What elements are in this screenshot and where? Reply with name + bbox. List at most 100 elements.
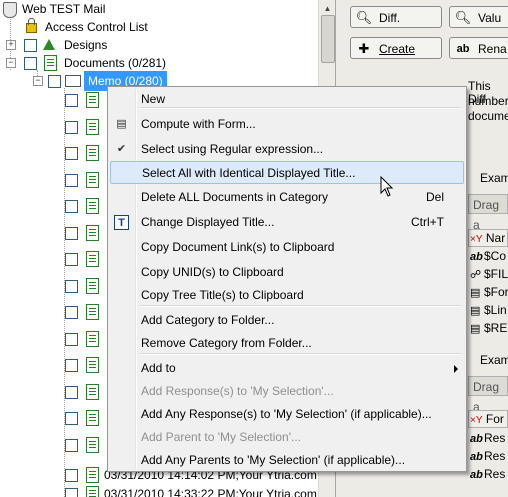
design-icon: [43, 39, 55, 50]
checkbox[interactable]: [24, 39, 37, 52]
checkbox[interactable]: [24, 57, 37, 70]
tree-item-document[interactable]: [0, 90, 107, 110]
values-button[interactable]: 🔍︎ Valu: [449, 6, 508, 28]
checkbox[interactable]: [65, 332, 78, 346]
document-icon: [86, 198, 99, 214]
filter-icon[interactable]: ×Y: [470, 234, 483, 245]
field-name: Res: [484, 449, 506, 463]
tree-item-document[interactable]: [0, 408, 107, 428]
magnifier-icon: 🔍︎: [454, 10, 472, 25]
field-row[interactable]: abRes: [470, 448, 505, 465]
document-icon: [86, 357, 99, 373]
menu-item-change-displayed-title[interactable]: T Change Displayed Title... Ctrl+T: [110, 211, 464, 234]
checkbox[interactable]: [65, 173, 78, 187]
field-row[interactable]: ▤ $RE: [470, 320, 507, 337]
checkbox[interactable]: [65, 412, 78, 425]
menu-item-add-to[interactable]: Add to: [110, 357, 464, 380]
document-icon: [86, 145, 99, 161]
field-row[interactable]: ab$Co: [470, 248, 506, 265]
tree-item-document[interactable]: [0, 435, 107, 455]
tree-item-document[interactable]: [0, 223, 107, 243]
menu-item-delete-all-documents-in-category[interactable]: Delete ALL Documents in Category Del: [110, 186, 464, 209]
checkbox[interactable]: [65, 469, 78, 482]
checkbox[interactable]: [65, 306, 78, 319]
submenu-arrow-icon: [454, 365, 458, 373]
tree-item-document[interactable]: [0, 355, 107, 375]
menu-item-select-all-with-identical-displayed-title[interactable]: Select All with Identical Displayed Titl…: [110, 161, 464, 184]
field-name: Res: [484, 431, 506, 445]
menu-item-label: Add Category to Folder...: [141, 313, 275, 327]
menu-item-remove-category-from-folder[interactable]: Remove Category from Folder...: [110, 332, 464, 355]
menu-item-label: Add Any Parents to 'My Selection' (if ap…: [141, 453, 406, 467]
menu-item-copy-document-link-s-to-clipboard[interactable]: Copy Document Link(s) to Clipboard: [110, 236, 464, 259]
collapse-icon[interactable]: −: [6, 58, 16, 68]
tree-item-document[interactable]: [0, 276, 107, 296]
field-name: Res: [484, 467, 506, 481]
menu-item-select-using-regular-expression[interactable]: ✔ Select using Regular expression...: [110, 138, 464, 161]
create-button[interactable]: ✚ Create: [350, 37, 442, 59]
tree-item-document[interactable]: [0, 143, 107, 163]
group-drag-area[interactable]: Drag a: [468, 376, 508, 414]
new-doc-icon: ✚: [358, 41, 370, 56]
field-row[interactable]: abRes: [470, 466, 505, 483]
checkbox[interactable]: [65, 120, 78, 134]
tree-item-document[interactable]: [0, 117, 107, 137]
checkbox[interactable]: [48, 75, 61, 88]
scroll-thumb[interactable]: [321, 15, 335, 63]
field-type-icon: ▤: [470, 287, 481, 299]
checkbox[interactable]: [65, 359, 78, 372]
diff-button-label: Diff.: [379, 11, 401, 25]
document-icon: [86, 92, 99, 108]
document-icon: [86, 277, 99, 294]
menu-item-copy-unid-s-to-clipboard[interactable]: Copy UNID(s) to Clipboard: [110, 261, 464, 284]
tree-item-document[interactable]: [0, 329, 107, 349]
tree-item-documents[interactable]: − Documents (0/281): [0, 53, 320, 73]
column-header[interactable]: ×Y For: [468, 410, 508, 428]
document-icon: [86, 467, 99, 483]
checkbox[interactable]: [65, 147, 78, 160]
regex-icon: ✔: [116, 143, 127, 155]
rename-button[interactable]: ab Rena: [449, 37, 508, 59]
tree-item-document[interactable]: [0, 382, 107, 402]
checkbox[interactable]: [65, 253, 78, 266]
menu-item-add-any-parents-to-my-selection-if-applicable[interactable]: Add Any Parents to 'My Selection' (if ap…: [110, 449, 464, 472]
filter-icon[interactable]: ×Y: [470, 415, 483, 426]
checkbox[interactable]: [65, 200, 78, 213]
checkbox[interactable]: [65, 279, 78, 293]
field-row[interactable]: abRes: [470, 430, 505, 447]
tree-item-document[interactable]: [0, 302, 107, 322]
field-row[interactable]: ☍ $FIL: [470, 266, 508, 283]
tree-item-document[interactable]: [0, 170, 107, 190]
tree-item-acl[interactable]: Access Control List: [0, 17, 320, 37]
menu-item-copy-tree-title-s-to-clipboard[interactable]: Copy Tree Title(s) to Clipboard: [110, 284, 464, 307]
menu-item-label: Copy Document Link(s) to Clipboard: [141, 240, 335, 254]
tree-item-document[interactable]: [0, 249, 107, 269]
checkbox[interactable]: [65, 385, 78, 399]
tree-item-document[interactable]: 03/31/2010 14:33:22 PM;Your Ytria.com F: [0, 484, 320, 497]
collapse-icon[interactable]: −: [33, 76, 43, 86]
menu-item-new[interactable]: New: [110, 88, 464, 111]
expand-icon[interactable]: +: [6, 40, 16, 50]
field-row[interactable]: ▤ $For: [470, 284, 508, 301]
tree-item-designs[interactable]: + Designs: [0, 35, 320, 55]
menu-item-add-parent-to-my-selection[interactable]: Add Parent to 'My Selection'...: [110, 426, 464, 449]
menu-item-add-any-response-s-to-my-selection-if-applicable[interactable]: Add Any Response(s) to 'My Selection' (i…: [110, 403, 464, 426]
menu-item-label: Add Parent to 'My Selection'...: [141, 430, 301, 444]
group-label: Exampl: [480, 353, 508, 367]
document-icon: [86, 330, 99, 347]
document-icon: [86, 171, 99, 188]
menu-item-label: Copy UNID(s) to Clipboard: [141, 265, 284, 279]
column-header[interactable]: ×Y Nar: [468, 229, 508, 247]
field-row[interactable]: ▤ $Lin: [470, 302, 507, 319]
checkbox[interactable]: [65, 438, 78, 452]
checkbox[interactable]: [65, 94, 78, 107]
menu-item-compute-with-form[interactable]: ▤ Compute with Form...: [110, 113, 464, 136]
checkbox[interactable]: [65, 488, 78, 497]
menu-item-add-response-s-to-my-selection[interactable]: Add Response(s) to 'My Selection'...: [110, 380, 464, 403]
group-drag-area[interactable]: Drag a: [468, 194, 508, 232]
menu-item-add-category-to-folder[interactable]: Add Category to Folder...: [110, 309, 464, 332]
diff-button[interactable]: 🔍︎ Diff.: [350, 6, 442, 28]
checkbox[interactable]: [65, 226, 78, 240]
tree-item-document[interactable]: [0, 196, 107, 216]
context-menu[interactable]: New ▤ Compute with Form... ✔ Select using Re…: [107, 86, 467, 472]
